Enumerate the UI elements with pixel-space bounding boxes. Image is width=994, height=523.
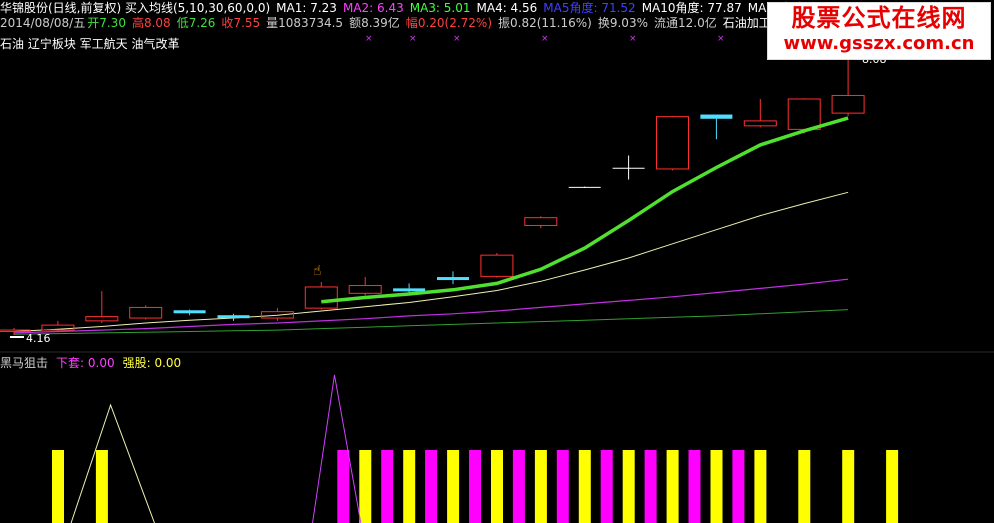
indicator-header: 黑马狙击 下套: 0.00 强股: 0.00 (0, 356, 197, 371)
watermark-url: www.gsszx.com.cn (783, 33, 975, 54)
indicator-bar-yellow (52, 450, 64, 523)
indicator-bar-yellow (842, 450, 855, 523)
indicator-bar-yellow (666, 450, 679, 523)
indicator-bar-yellow (710, 450, 723, 523)
indicator-bar-yellow (534, 450, 547, 523)
indicator-peak-line (312, 374, 362, 523)
hand-cursor-icon: ☝ (313, 263, 322, 279)
indicator-field-1: 下套: 0.00 (56, 356, 115, 370)
candle-body-up (129, 306, 163, 319)
ma-line-thick-green (321, 116, 849, 304)
indicator-bar-magenta (512, 450, 525, 523)
indicator-bar-yellow (447, 450, 460, 523)
candle-body-down (700, 114, 733, 119)
indicator-bar-yellow (798, 450, 811, 523)
indicator-bar-magenta (469, 450, 481, 523)
candle-body-up (787, 98, 821, 130)
indicator-peak-line (70, 403, 155, 523)
indicator-bar-yellow (754, 450, 767, 523)
indicator-bar-yellow (886, 450, 899, 523)
indicator-bar-yellow (491, 450, 503, 523)
indicator-bar-magenta (688, 450, 701, 523)
indicator-bar-magenta (600, 450, 613, 523)
indicator-bar-magenta (732, 450, 745, 523)
watermark-logo: 股票公式在线网 www.gsszx.com.cn (767, 2, 991, 60)
indicator-bar-yellow (359, 450, 372, 523)
candle-body-up (524, 217, 558, 226)
indicator-bar-yellow (403, 450, 416, 523)
indicator-bar-magenta (425, 450, 438, 523)
ma-line-green (13, 309, 849, 335)
indicator-bar-magenta (381, 450, 394, 523)
candle-body-up (656, 116, 689, 170)
indicator-fields: 下套: 0.00 强股: 0.00 (56, 356, 189, 370)
indicator-name: 黑马狙击 (0, 356, 49, 370)
candle-body-up (348, 285, 382, 294)
candle-body-up (304, 286, 338, 309)
top-marker: × (717, 34, 725, 44)
candle-body-down (437, 277, 469, 281)
candle-body-up (480, 254, 514, 277)
indicator-bar-yellow (622, 450, 635, 523)
candle-body-down (393, 288, 426, 292)
top-marker: × (409, 34, 417, 44)
indicator-bar-magenta (556, 450, 569, 523)
top-marker: × (629, 34, 637, 44)
ma-line-yellow (13, 191, 849, 332)
indicator-bar-magenta (644, 450, 657, 523)
candle-body-up (85, 316, 119, 322)
top-marker: × (541, 34, 549, 44)
candle-body-down (217, 315, 250, 319)
kline-chart[interactable]: 8.084.16××××××☝ (0, 0, 994, 523)
candle-body-down (173, 310, 206, 314)
price-low-mark: 4.16 (26, 332, 51, 345)
indicator-bar-yellow (95, 450, 108, 523)
top-marker: × (453, 34, 461, 44)
indicator-bar-yellow (578, 450, 591, 523)
indicator-field-2: 强股: 0.00 (122, 356, 182, 370)
top-marker: × (365, 34, 373, 44)
candle-body-up (831, 94, 865, 114)
watermark-title: 股票公式在线网 (791, 4, 967, 32)
indicator-bar-magenta (337, 450, 350, 523)
candle-body-up (743, 120, 777, 127)
